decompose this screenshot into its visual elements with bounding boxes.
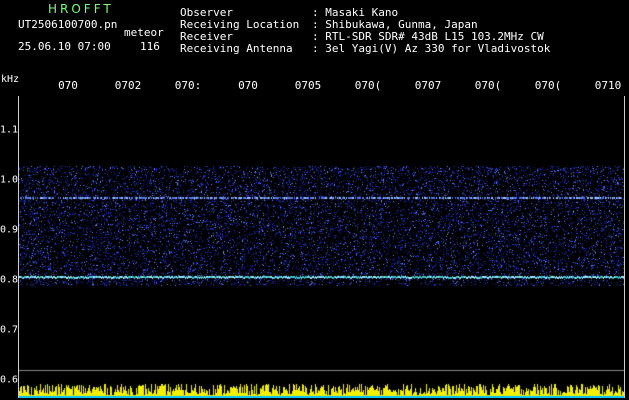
x-tick: 0702: [114, 79, 142, 92]
x-tick: 070: [58, 79, 78, 92]
meteor-count: 116: [140, 40, 160, 53]
x-tick: 070: [238, 79, 258, 92]
y-tick: 0.6: [0, 374, 19, 386]
x-tick: 0707: [414, 79, 442, 92]
file-name: UT2506100700.pn: [18, 18, 118, 31]
y-tick: 0.7: [0, 324, 19, 336]
antenna-label: Receiving Antenna: [180, 42, 293, 55]
antenna-value: : 3el Yagi(V) Az 330 for Vladivostok: [312, 42, 551, 55]
app-title: HROFFT: [48, 2, 114, 16]
datetime: 25.06.10 07:00: [18, 40, 111, 53]
spectrogram-panel: [18, 96, 625, 398]
x-tick: 070(: [354, 79, 382, 92]
y-tick: 0.8: [0, 274, 19, 286]
x-tick: 0705: [294, 79, 322, 92]
y-tick: 0.9: [0, 224, 19, 236]
x-tick: 070:: [174, 79, 202, 92]
x-tick: 070(: [534, 79, 562, 92]
spectrogram: [19, 96, 624, 398]
y-axis-unit: kHz: [1, 74, 20, 85]
x-tick: 070(: [474, 79, 502, 92]
y-tick: 1.1: [0, 124, 19, 136]
y-tick: 1.0: [0, 174, 19, 186]
x-tick: 0710: [594, 79, 622, 92]
file-suffix: meteor: [124, 26, 164, 39]
